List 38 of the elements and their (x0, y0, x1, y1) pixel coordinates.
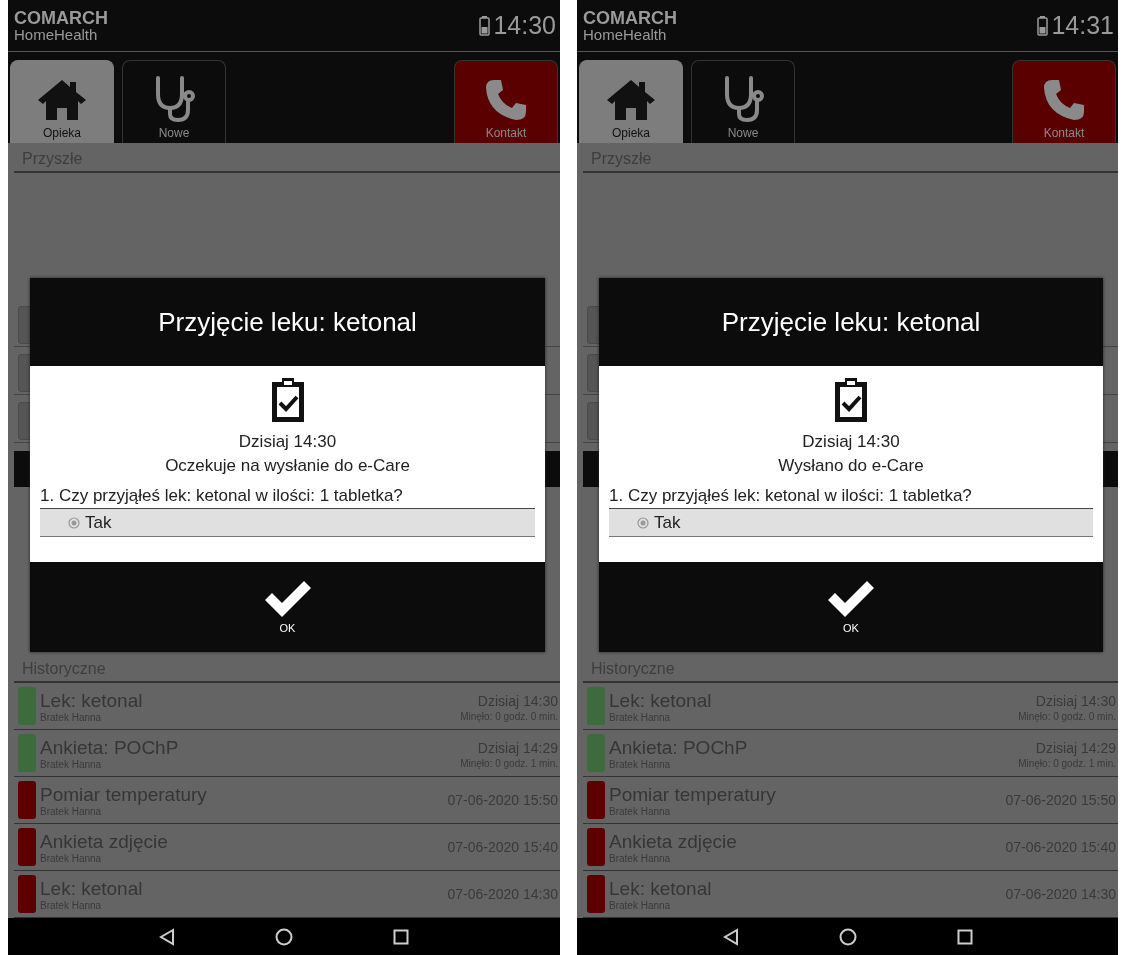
send-status: Wysłano do e-Care (778, 455, 924, 477)
home-icon[interactable] (838, 927, 857, 946)
brand-name: COMARCH (583, 9, 677, 27)
answer-option[interactable]: Tak (40, 509, 535, 537)
brand-product: HomeHealth (14, 27, 99, 42)
back-icon[interactable] (159, 927, 175, 946)
tab[interactable]: Kontakt (1012, 60, 1116, 143)
checkmark-icon (826, 580, 876, 618)
brand-name: COMARCH (14, 9, 108, 27)
home-icon[interactable] (275, 927, 293, 946)
tab[interactable]: Opieka (10, 60, 114, 143)
answer-option[interactable]: Tak (609, 509, 1093, 537)
radio-icon (68, 516, 80, 529)
send-status: Oczekuje na wysłanie do e-Care (165, 455, 410, 477)
back-icon[interactable] (722, 927, 739, 946)
tab[interactable]: Nowe (691, 60, 795, 143)
recents-icon[interactable] (956, 928, 973, 945)
tab[interactable]: Opieka (579, 60, 683, 143)
tab[interactable]: Kontakt (454, 60, 558, 143)
brand-product: HomeHealth (583, 27, 668, 42)
dialog-date: Dzisiaj 14:30 (802, 431, 900, 453)
phone-icon (484, 78, 528, 122)
house-icon (605, 78, 657, 122)
battery-icon (479, 15, 491, 36)
clock-time: 14:31 (1051, 11, 1114, 40)
phone-icon (1042, 78, 1086, 122)
ok-button[interactable]: OK (816, 576, 886, 638)
dialog-title: Przyjęcie leku: ketonal (158, 306, 417, 338)
tab[interactable]: Nowe (122, 60, 226, 143)
clipboard-check-icon (832, 376, 870, 424)
ok-button[interactable]: OK (252, 576, 323, 638)
house-icon (36, 78, 88, 122)
recents-icon[interactable] (393, 928, 409, 945)
battery-icon (1037, 15, 1049, 36)
clock-time: 14:30 (493, 11, 556, 40)
dialog-date: Dzisiaj 14:30 (238, 431, 337, 453)
radio-icon (637, 516, 649, 529)
dialog-title: Przyjęcie leku: ketonal (721, 306, 981, 338)
